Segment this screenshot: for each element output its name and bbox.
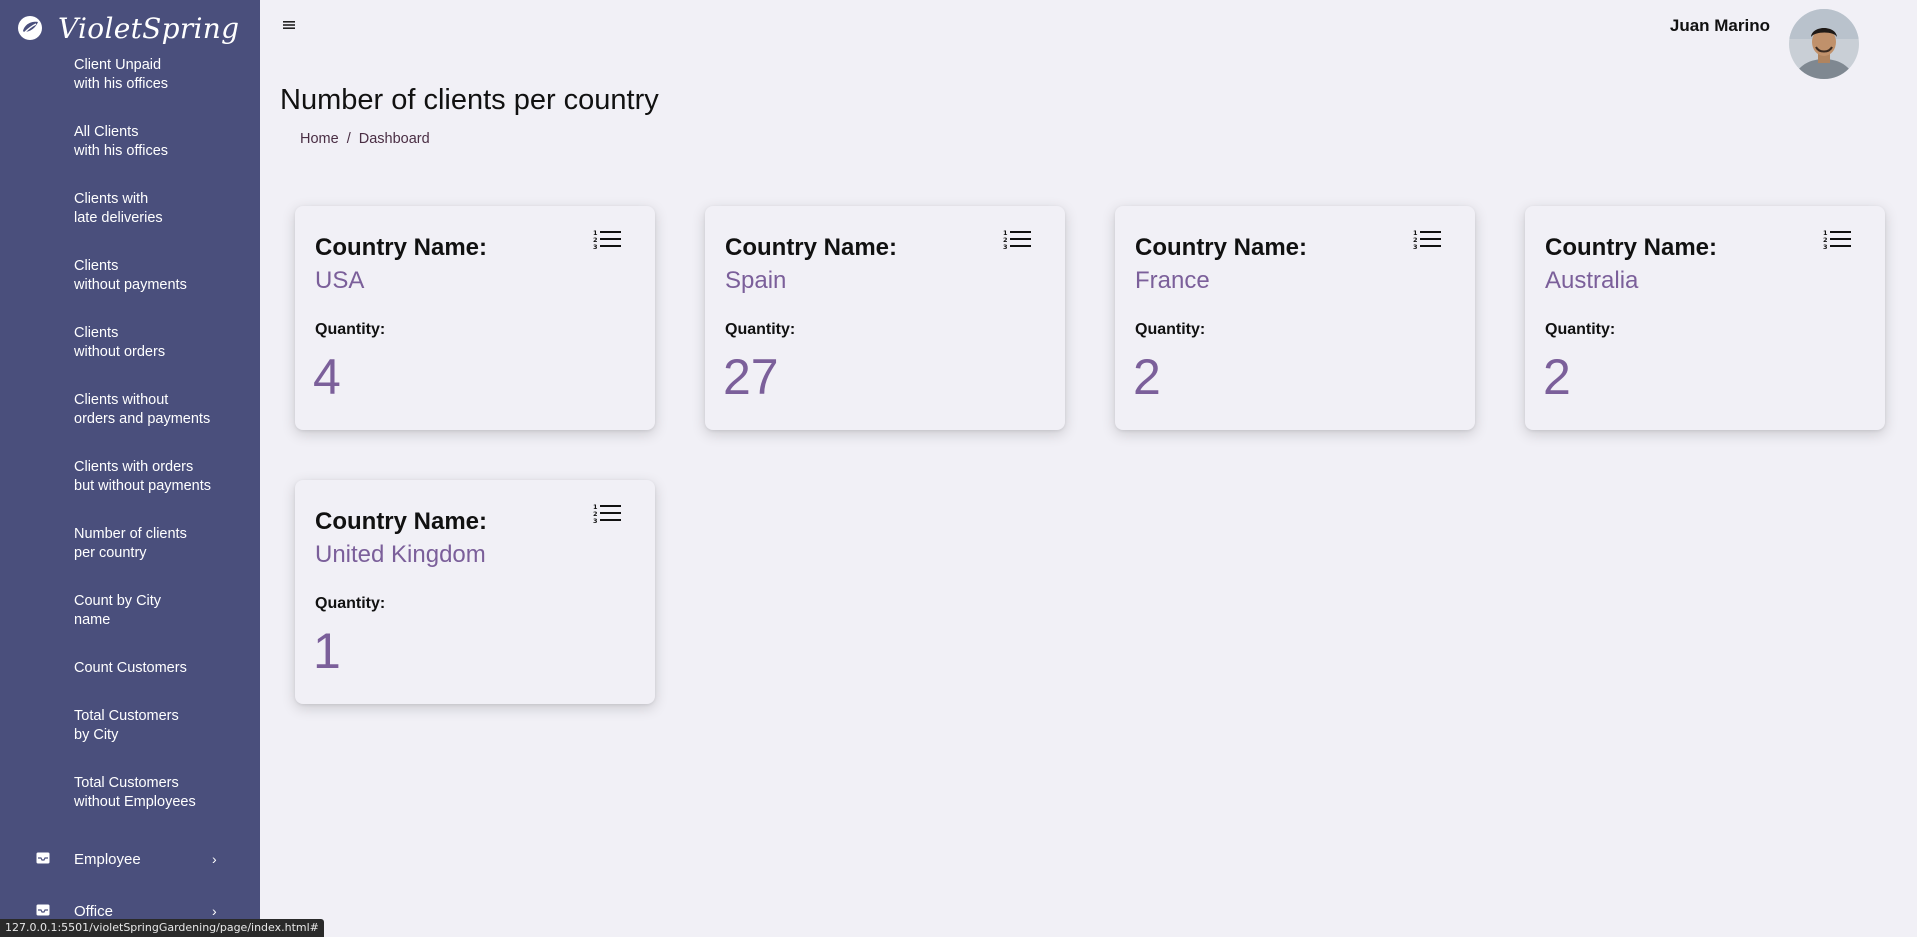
leaf-logo-icon (18, 16, 42, 40)
user-name[interactable]: Juan Marino (1670, 16, 1770, 36)
sidebar: VioletSpring Client Unpaid with his offi… (0, 0, 260, 937)
sidebar-menu: Client Unpaid with his offices All Clien… (0, 56, 260, 841)
breadcrumb-current: Dashboard (358, 131, 430, 147)
quantity-label: Quantity: (315, 595, 386, 612)
sidebar-section-employee[interactable]: Employee › (0, 847, 260, 871)
sidebar-item-total-by-city[interactable]: Total Customers by City (0, 707, 260, 774)
country-name-label: Country Name: (1545, 234, 1718, 261)
sidebar-section-label: Employee (74, 850, 141, 868)
country-name-value: USA (315, 267, 365, 294)
country-name-label: Country Name: (725, 234, 898, 261)
country-card: Country Name: Australia Quantity: 2 1 2 … (1525, 206, 1885, 430)
list-numbered-icon[interactable]: 1 2 3 (593, 502, 623, 526)
breadcrumb-home[interactable]: Home (300, 131, 339, 147)
sidebar-item-clients-per-country[interactable]: Number of clients per country (0, 525, 260, 592)
brand[interactable]: VioletSpring (16, 10, 239, 46)
sidebar-item-client-unpaid[interactable]: Client Unpaid with his offices (0, 56, 260, 123)
quantity-value: 2 (1133, 349, 1161, 405)
country-name-value: Spain (725, 267, 787, 294)
sidebar-item-orders-without-payments[interactable]: Clients with orders but without payments (0, 458, 260, 525)
quantity-value: 1 (313, 623, 341, 679)
sidebar-item-without-orders[interactable]: Clients without orders (0, 324, 260, 391)
country-card: Country Name: United Kingdom Quantity: 1… (295, 480, 655, 704)
country-name-value: France (1135, 267, 1210, 294)
svg-text:3: 3 (1823, 243, 1828, 251)
country-card: Country Name: France Quantity: 2 1 2 3 (1115, 206, 1475, 430)
svg-text:3: 3 (593, 517, 598, 525)
breadcrumb: Home / Dashboard (300, 131, 430, 147)
breadcrumb-separator: / (346, 131, 351, 147)
country-card: Country Name: USA Quantity: 4 1 2 3 (295, 206, 655, 430)
country-card: Country Name: Spain Quantity: 27 1 2 3 (705, 206, 1065, 430)
status-bar-url: 127.0.0.1:5501/violetSpringGardening/pag… (0, 919, 324, 937)
country-name-label: Country Name: (315, 234, 488, 261)
sidebar-item-all-clients[interactable]: All Clients with his offices (0, 123, 260, 190)
sidebar-item-without-orders-payments[interactable]: Clients without orders and payments (0, 391, 260, 458)
country-name-label: Country Name: (315, 508, 488, 535)
list-numbered-icon[interactable]: 1 2 3 (1003, 228, 1033, 252)
country-name-label: Country Name: (1135, 234, 1308, 261)
list-numbered-icon[interactable]: 1 2 3 (593, 228, 623, 252)
avatar[interactable] (1789, 9, 1859, 79)
svg-text:3: 3 (1413, 243, 1418, 251)
quantity-value: 2 (1543, 349, 1571, 405)
sidebar-section-label: Office (74, 902, 113, 920)
sidebar-item-total-without-employees[interactable]: Total Customers without Employees (0, 774, 260, 841)
quantity-label: Quantity: (315, 321, 386, 338)
quantity-label: Quantity: (725, 321, 796, 338)
svg-text:3: 3 (1003, 243, 1008, 251)
sidebar-item-without-payments[interactable]: Clients without payments (0, 257, 260, 324)
quantity-label: Quantity: (1545, 321, 1616, 338)
country-name-value: United Kingdom (315, 541, 486, 568)
sidebar-item-count-customers[interactable]: Count Customers (0, 659, 260, 707)
inbox-icon (36, 852, 50, 864)
list-numbered-icon[interactable]: 1 2 3 (1823, 228, 1853, 252)
sidebar-item-late-deliveries[interactable]: Clients with late deliveries (0, 190, 260, 257)
inbox-icon (36, 904, 50, 916)
country-name-value: Australia (1545, 267, 1639, 294)
chevron-right-icon: › (212, 903, 217, 919)
list-numbered-icon[interactable]: 1 2 3 (1413, 228, 1443, 252)
quantity-value: 27 (723, 349, 779, 405)
brand-name: VioletSpring (58, 11, 240, 45)
user-photo-icon (1789, 9, 1859, 79)
hamburger-menu-icon[interactable] (281, 18, 297, 32)
chevron-right-icon: › (212, 851, 217, 867)
svg-text:3: 3 (593, 243, 598, 251)
page-title: Number of clients per country (280, 84, 659, 116)
quantity-label: Quantity: (1135, 321, 1206, 338)
quantity-value: 4 (313, 349, 341, 405)
sidebar-item-count-by-city[interactable]: Count by City name (0, 592, 260, 659)
